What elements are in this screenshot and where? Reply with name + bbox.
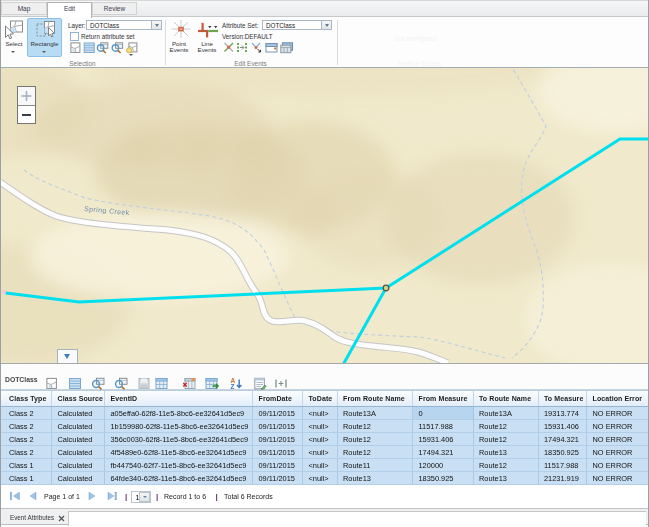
svg-text:Z: Z [231, 383, 235, 390]
